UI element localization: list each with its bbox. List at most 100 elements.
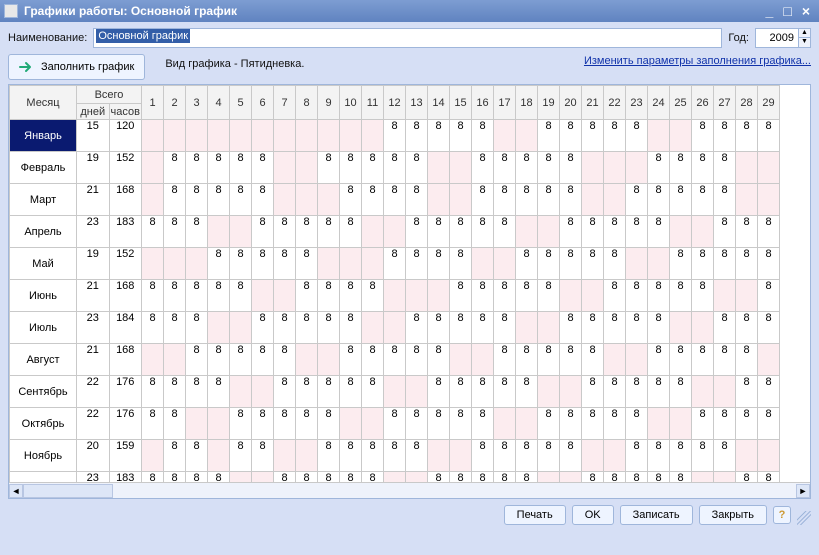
day-cell[interactable]: 8: [736, 408, 758, 440]
day-cell[interactable]: 8: [428, 312, 450, 344]
col-day-15[interactable]: 15: [450, 86, 472, 120]
day-cell[interactable]: 8: [648, 440, 670, 472]
day-cell[interactable]: [626, 344, 648, 376]
table-row[interactable]: Январь1512088888888888888: [10, 120, 780, 152]
day-cell[interactable]: [208, 312, 230, 344]
table-row[interactable]: Ноябрь201598888888888888888888: [10, 440, 780, 472]
day-cell[interactable]: 8: [428, 248, 450, 280]
day-cell[interactable]: 8: [274, 376, 296, 408]
col-day-2[interactable]: 2: [164, 86, 186, 120]
day-cell[interactable]: 8: [164, 376, 186, 408]
days-cell[interactable]: 23: [77, 216, 110, 248]
day-cell[interactable]: 8: [406, 312, 428, 344]
col-day-13[interactable]: 13: [406, 86, 428, 120]
day-cell[interactable]: [604, 344, 626, 376]
day-cell[interactable]: 8: [560, 216, 582, 248]
col-day-8[interactable]: 8: [296, 86, 318, 120]
day-cell[interactable]: 8: [362, 440, 384, 472]
day-cell[interactable]: [472, 344, 494, 376]
day-cell[interactable]: 8: [274, 248, 296, 280]
day-cell[interactable]: 8: [274, 472, 296, 483]
day-cell[interactable]: 8: [142, 376, 164, 408]
table-row[interactable]: Июнь2116888888888888888888888: [10, 280, 780, 312]
day-cell[interactable]: 8: [252, 184, 274, 216]
day-cell[interactable]: [362, 408, 384, 440]
day-cell[interactable]: 8: [626, 312, 648, 344]
day-cell[interactable]: [296, 184, 318, 216]
day-cell[interactable]: 8: [164, 408, 186, 440]
day-cell[interactable]: 8: [516, 280, 538, 312]
day-cell[interactable]: 8: [582, 408, 604, 440]
day-cell[interactable]: [736, 152, 758, 184]
day-cell[interactable]: 8: [274, 216, 296, 248]
day-cell[interactable]: 8: [274, 408, 296, 440]
maximize-button[interactable]: □: [778, 3, 796, 19]
day-cell[interactable]: 8: [142, 472, 164, 483]
table-row[interactable]: Август2116888888888888888888888: [10, 344, 780, 376]
day-cell[interactable]: 8: [296, 312, 318, 344]
day-cell[interactable]: [604, 440, 626, 472]
day-cell[interactable]: [208, 408, 230, 440]
day-cell[interactable]: [582, 184, 604, 216]
month-cell[interactable]: Октябрь: [10, 408, 77, 440]
year-input[interactable]: [756, 29, 798, 47]
day-cell[interactable]: 8: [670, 184, 692, 216]
day-cell[interactable]: 8: [714, 216, 736, 248]
day-cell[interactable]: [164, 120, 186, 152]
day-cell[interactable]: 8: [736, 376, 758, 408]
table-row[interactable]: Апрель23183888888888888888888888: [10, 216, 780, 248]
day-cell[interactable]: 8: [450, 408, 472, 440]
help-button[interactable]: ?: [773, 506, 791, 524]
col-days[interactable]: дней: [77, 104, 110, 120]
col-day-27[interactable]: 27: [714, 86, 736, 120]
day-cell[interactable]: 8: [164, 312, 186, 344]
day-cell[interactable]: 8: [516, 376, 538, 408]
day-cell[interactable]: 8: [230, 280, 252, 312]
day-cell[interactable]: 8: [538, 120, 560, 152]
day-cell[interactable]: 8: [494, 376, 516, 408]
day-cell[interactable]: 8: [626, 120, 648, 152]
day-cell[interactable]: [714, 280, 736, 312]
year-down-button[interactable]: ▼: [798, 38, 810, 47]
day-cell[interactable]: 8: [428, 376, 450, 408]
day-cell[interactable]: 8: [318, 216, 340, 248]
day-cell[interactable]: 8: [186, 152, 208, 184]
days-cell[interactable]: 21: [77, 184, 110, 216]
hours-cell[interactable]: 152: [109, 248, 142, 280]
horizontal-scrollbar[interactable]: ◄ ►: [9, 482, 810, 498]
col-day-18[interactable]: 18: [516, 86, 538, 120]
hours-cell[interactable]: 176: [109, 408, 142, 440]
day-cell[interactable]: 8: [692, 280, 714, 312]
day-cell[interactable]: [560, 280, 582, 312]
day-cell[interactable]: [494, 248, 516, 280]
col-day-1[interactable]: 1: [142, 86, 164, 120]
days-cell[interactable]: 22: [77, 408, 110, 440]
day-cell[interactable]: 8: [142, 312, 164, 344]
day-cell[interactable]: 8: [692, 184, 714, 216]
month-cell[interactable]: Июль: [10, 312, 77, 344]
day-cell[interactable]: [670, 120, 692, 152]
day-cell[interactable]: 8: [582, 216, 604, 248]
day-cell[interactable]: 8: [164, 472, 186, 483]
day-cell[interactable]: 8: [450, 312, 472, 344]
day-cell[interactable]: 8: [692, 440, 714, 472]
day-cell[interactable]: 8: [340, 472, 362, 483]
day-cell[interactable]: 8: [186, 376, 208, 408]
day-cell[interactable]: 8: [736, 120, 758, 152]
day-cell[interactable]: 8: [472, 184, 494, 216]
day-cell[interactable]: 8: [340, 216, 362, 248]
day-cell[interactable]: 8: [252, 312, 274, 344]
day-cell[interactable]: 8: [714, 184, 736, 216]
day-cell[interactable]: 8: [252, 344, 274, 376]
day-cell[interactable]: [142, 440, 164, 472]
days-cell[interactable]: 15: [77, 120, 110, 152]
day-cell[interactable]: 8: [340, 312, 362, 344]
day-cell[interactable]: [648, 408, 670, 440]
day-cell[interactable]: 8: [560, 248, 582, 280]
day-cell[interactable]: 8: [604, 248, 626, 280]
month-cell[interactable]: Февраль: [10, 152, 77, 184]
day-cell[interactable]: 8: [494, 440, 516, 472]
day-cell[interactable]: 8: [604, 280, 626, 312]
day-cell[interactable]: 8: [340, 440, 362, 472]
col-day-9[interactable]: 9: [318, 86, 340, 120]
